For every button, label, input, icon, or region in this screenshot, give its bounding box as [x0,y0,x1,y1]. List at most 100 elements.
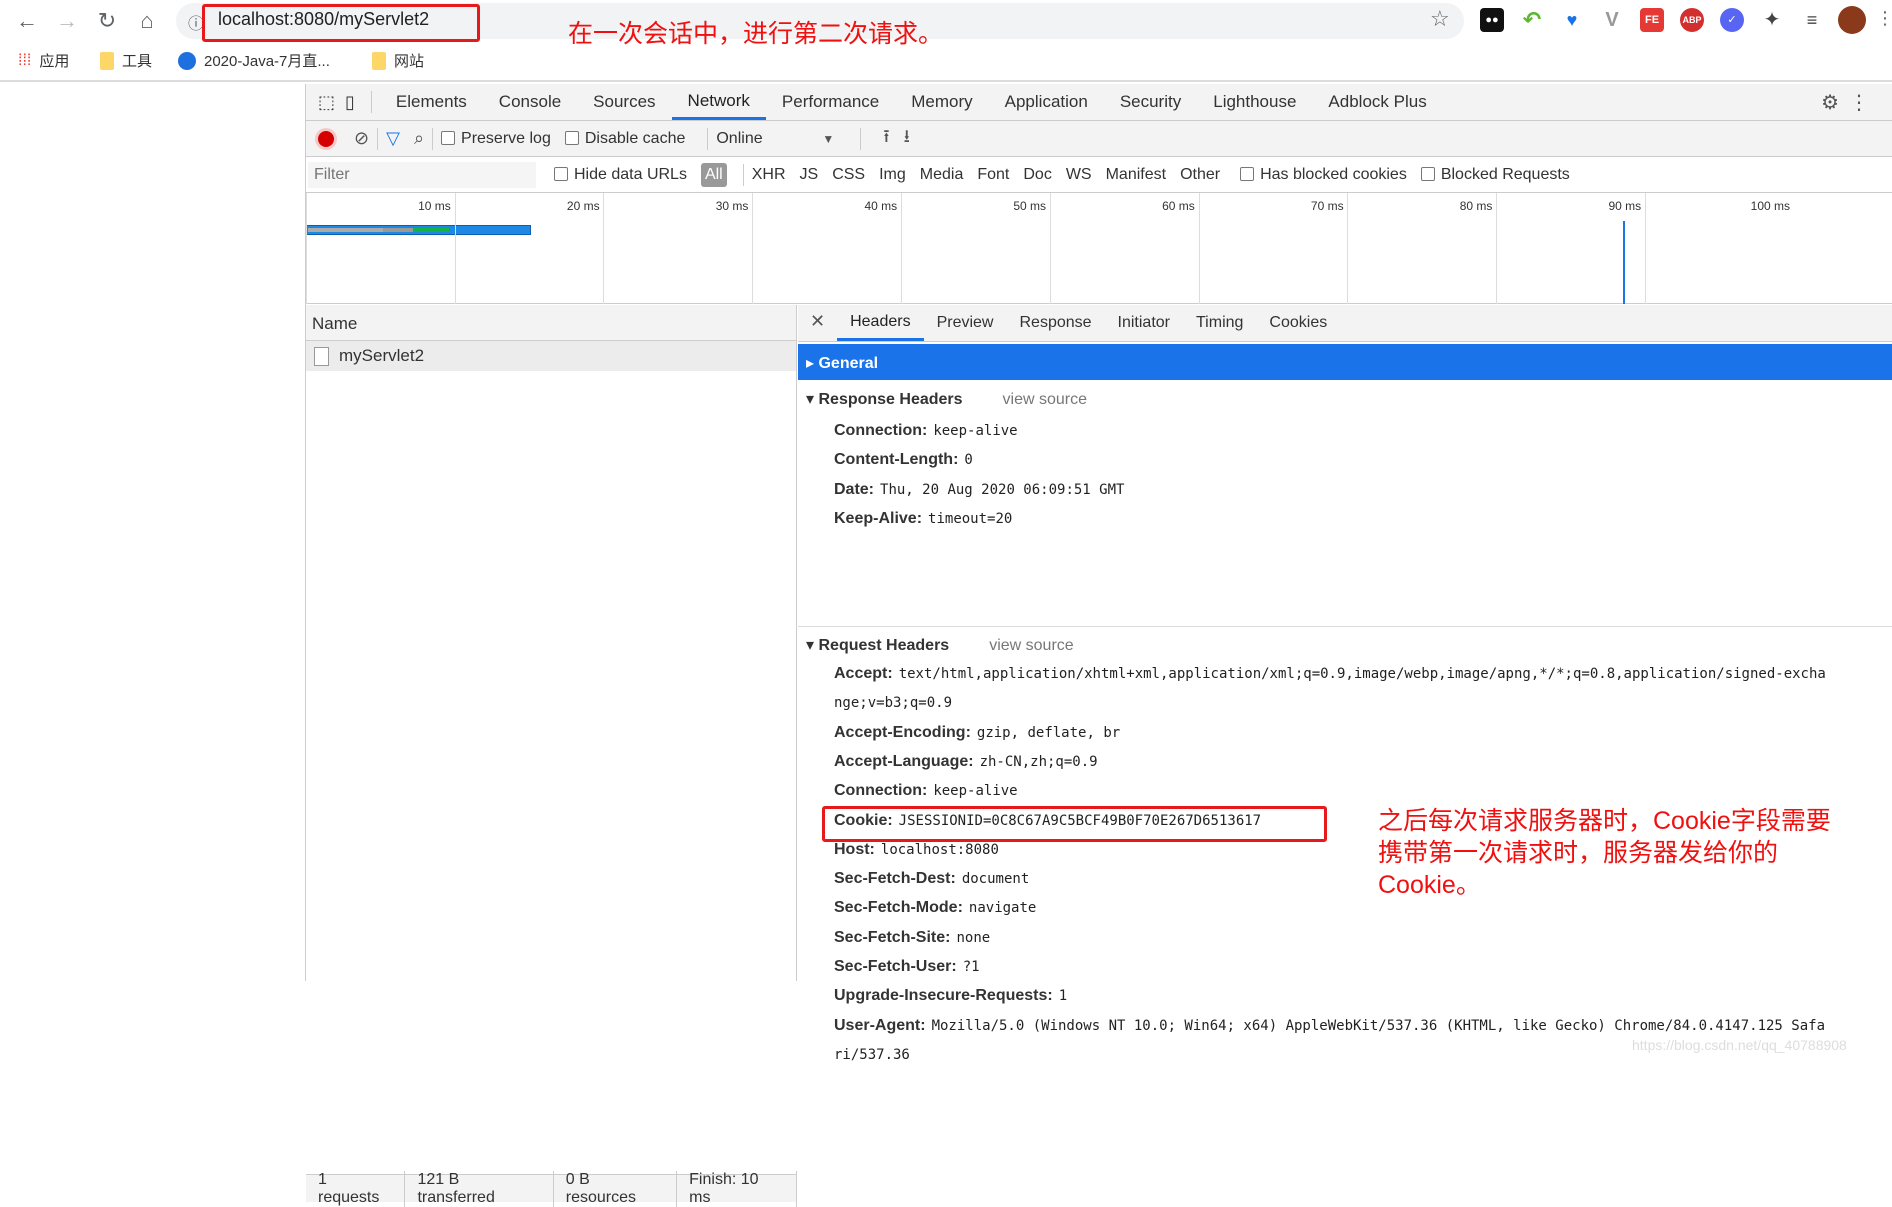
reload-icon[interactable]: ↻ [92,8,122,34]
extension-icon[interactable]: ●● [1480,8,1504,32]
tick-label: 10 ms [418,199,451,213]
header-row: Keep-Alive: timeout=20 [834,510,1012,528]
timeline-tick: 20 ms [454,193,604,304]
home-icon[interactable]: ⌂ [132,8,162,34]
devtools-tab-bar: ⬚ ▯ Elements Console Sources Network Perform… [306,84,1892,121]
filter-input[interactable] [308,161,536,188]
filter-type-img[interactable]: Img [879,166,906,184]
filter-type-css[interactable]: CSS [832,166,865,184]
name-column-header[interactable]: Name [306,305,796,341]
filter-type-font[interactable]: Font [977,166,1009,184]
tab-lighthouse[interactable]: Lighthouse [1197,84,1312,120]
close-icon[interactable]: ✕ [798,305,837,341]
filter-type-all[interactable]: All [700,162,727,187]
filter-type-xhr[interactable]: XHR [752,166,786,184]
general-section-header[interactable]: ▸ General [798,344,1892,380]
filter-type-ws[interactable]: WS [1066,166,1092,184]
filter-type-js[interactable]: JS [800,166,819,184]
has-blocked-cookies-checkbox[interactable]: Has blocked cookies [1240,166,1407,184]
avatar[interactable] [1838,6,1866,34]
header-name: Sec-Fetch-Site: [834,928,951,946]
clear-icon[interactable]: ⊘ [354,128,369,149]
inspect-element-icon[interactable]: ⬚ [318,92,335,113]
media-control-icon[interactable]: ≡ [1800,8,1824,32]
header-row-continued: nge;v=b3;q=0.9 [834,694,952,712]
disable-cache-checkbox[interactable]: Disable cache [564,130,685,148]
filter-type-media[interactable]: Media [920,166,964,184]
header-value: gzip, deflate, br [976,724,1121,741]
header-row: Accept-Encoding: gzip, deflate, br [834,724,1120,742]
detail-tab-cookies[interactable]: Cookies [1256,305,1340,341]
header-row: Content-Length: 0 [834,451,973,469]
device-toolbar-icon[interactable]: ▯ [345,92,355,113]
filter-type-doc[interactable]: Doc [1023,166,1051,184]
import-har-icon[interactable]: ⭱ [883,124,889,154]
tab-security[interactable]: Security [1104,84,1197,120]
tick-label: 100 ms [1750,199,1790,213]
request-row[interactable]: myServlet2 [306,341,796,371]
header-value: 0 [964,452,973,469]
header-value: document [961,871,1030,888]
tab-memory[interactable]: Memory [895,84,988,120]
hide-data-urls-checkbox[interactable]: Hide data URLs [554,166,687,184]
view-source-link[interactable]: view source [1003,391,1087,408]
filter-type-other[interactable]: Other [1180,166,1220,184]
blocked-requests-checkbox[interactable]: Blocked Requests [1420,166,1570,184]
adblock-plus-icon[interactable]: ABP [1680,8,1704,32]
extensions-puzzle-icon[interactable]: ✦ [1760,8,1784,32]
bookmark-link[interactable]: 2020-Java-7月直... [178,50,330,71]
header-value: ?1 [962,959,980,975]
tab-elements[interactable]: Elements [380,84,483,120]
bookmark-folder[interactable]: 网站 [372,50,424,71]
header-value: navigate [968,900,1037,917]
tab-network[interactable]: Network [671,84,766,120]
filter-icon[interactable]: ▽ [386,128,400,149]
detail-tab-initiator[interactable]: Initiator [1105,305,1183,341]
tab-adblock-plus[interactable]: Adblock Plus [1312,84,1442,120]
more-options-icon[interactable]: ⋮ [1849,90,1869,115]
preserve-log-checkbox[interactable]: Preserve log [441,130,551,148]
throttle-select[interactable]: Online [716,130,808,148]
status-bar: 1 requests 121 B transferred 0 B resources… [306,1170,797,1207]
request-list: Name myServlet2 1 requests 121 B transfer… [306,305,797,1207]
header-name: Accept-Encoding: [834,723,971,741]
view-source-link[interactable]: view source [989,637,1073,654]
extension-icon[interactable]: ♥ [1560,8,1584,32]
chevron-down-icon[interactable]: ▼ [822,132,834,146]
network-overview-timeline[interactable]: 10 ms 20 ms 30 ms 40 ms 50 ms 60 ms 70 ms 80 ms… [305,193,1892,304]
header-value: text/html,application/xhtml+xml,applicat… [898,666,1826,682]
header-row: Sec-Fetch-User: ?1 [834,958,980,976]
settings-gear-icon[interactable]: ⚙ [1821,90,1839,115]
header-value: localhost:8080 [880,841,999,858]
response-headers-section[interactable]: ▾ Response Headers view source [806,389,1087,409]
status-item: 1 requests [306,1170,406,1207]
export-har-icon[interactable]: ⭳ [904,124,910,154]
request-headers-section[interactable]: ▾ Request Headers view source [806,635,1074,655]
bookmark-apps[interactable]: ⁞⁞⁞ 应用 [18,50,69,71]
folder-icon [100,51,114,70]
tab-sources[interactable]: Sources [577,84,671,120]
tab-performance[interactable]: Performance [766,84,895,120]
fe-extension-icon[interactable]: FE [1640,8,1664,32]
record-icon[interactable] [318,130,334,147]
detail-tab-timing[interactable]: Timing [1183,305,1256,341]
filter-type-manifest[interactable]: Manifest [1106,166,1166,184]
timeline-tick: 30 ms [603,193,752,304]
search-icon[interactable]: ⌕ [414,128,424,149]
bookmark-folder[interactable]: 工具 [100,50,152,71]
header-name: Content-Length: [834,451,959,469]
tab-console[interactable]: Console [483,84,577,120]
detail-tab-preview[interactable]: Preview [924,305,1007,341]
menu-icon[interactable]: ⋮ [1876,8,1892,29]
star-icon[interactable]: ☆ [1430,6,1450,32]
forward-icon[interactable]: → [52,8,82,34]
tick-label: 90 ms [1608,199,1642,213]
extension-icon[interactable]: ↶ [1520,8,1544,32]
detail-tab-response[interactable]: Response [1006,305,1104,341]
header-row: Upgrade-Insecure-Requests: 1 [834,987,1067,1005]
detail-tab-headers[interactable]: Headers [837,305,924,341]
back-icon[interactable]: ← [12,8,42,34]
tab-application[interactable]: Application [989,84,1104,120]
extension-icon[interactable]: ✓ [1720,8,1744,32]
vue-devtools-icon[interactable]: V [1600,8,1624,32]
